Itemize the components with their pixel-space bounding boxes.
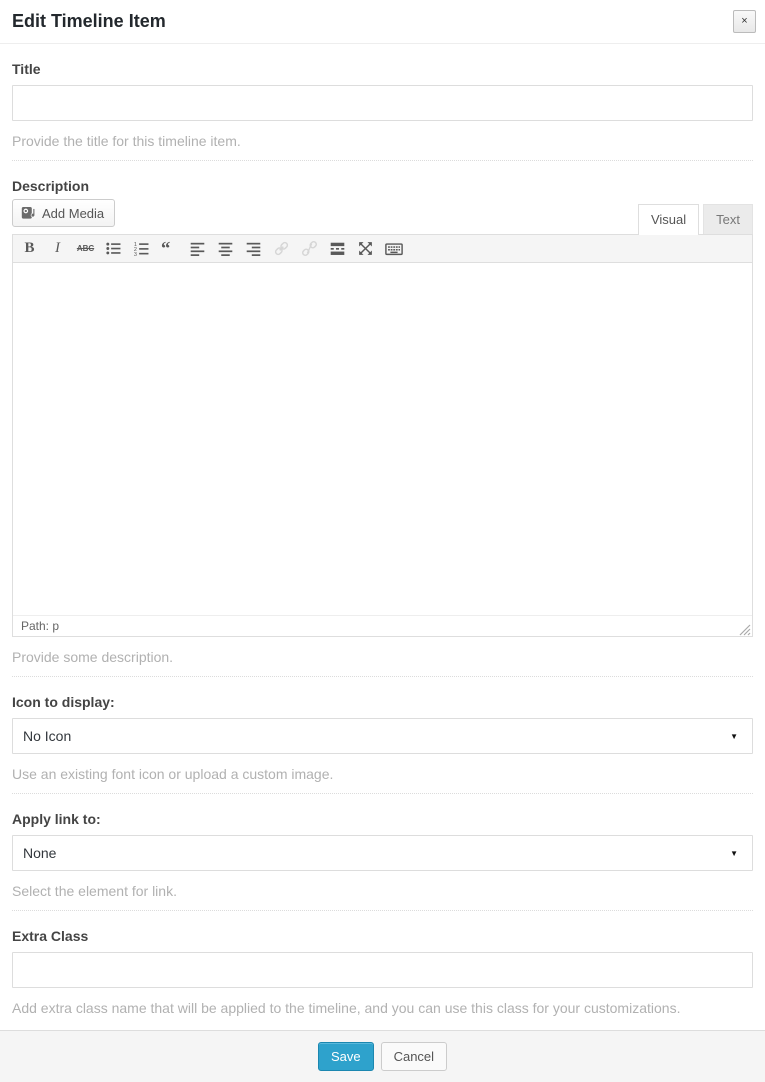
numbered-list-icon[interactable]: 123	[128, 237, 155, 260]
more-tag-icon[interactable]	[324, 237, 351, 260]
icon-select-value: No Icon	[23, 728, 71, 744]
chevron-down-icon: ▼	[730, 719, 738, 755]
bullet-list-icon[interactable]	[100, 237, 127, 260]
icon-help: Use an existing font icon or upload a cu…	[12, 766, 753, 782]
editor-tabs: Visual Text	[634, 204, 753, 234]
title-input[interactable]	[12, 85, 753, 121]
align-right-icon[interactable]	[240, 237, 267, 260]
extra-class-section: Extra Class Add extra class name that wi…	[12, 911, 753, 1030]
fullscreen-icon[interactable]	[352, 237, 379, 260]
link-label: Apply link to:	[12, 811, 753, 827]
link-help: Select the element for link.	[12, 883, 753, 899]
add-media-button[interactable]: Add Media	[12, 199, 115, 227]
link-section: Apply link to: None ▼ Select the element…	[12, 794, 753, 911]
description-section: Description Add Media Visual Text BIABC 1…	[12, 161, 753, 677]
edit-timeline-item-modal: Edit Timeline Item × Title Provide the t…	[0, 0, 765, 1075]
title-section: Title Provide the title for this timelin…	[12, 44, 753, 161]
icon-label: Icon to display:	[12, 694, 753, 710]
align-center-icon[interactable]	[212, 237, 239, 260]
bold-icon[interactable]: B	[16, 237, 43, 260]
align-left-icon[interactable]	[184, 237, 211, 260]
unlink-icon[interactable]	[296, 237, 323, 260]
svg-text:“: “	[161, 240, 170, 257]
editor-toolbar: BIABC 123 “	[13, 235, 752, 263]
tab-visual[interactable]: Visual	[638, 204, 699, 235]
strikethrough-icon[interactable]: ABC	[72, 237, 99, 260]
link-select[interactable]: None ▼	[12, 835, 753, 871]
icon-section: Icon to display: No Icon ▼ Use an existi…	[12, 677, 753, 794]
extra-class-label: Extra Class	[12, 928, 753, 944]
editor-content-area[interactable]	[13, 263, 752, 615]
editor-path: Path: p	[21, 619, 59, 633]
link-icon[interactable]	[268, 237, 295, 260]
close-icon[interactable]: ×	[733, 10, 756, 33]
editor-media-bar: Add Media Visual Text	[12, 199, 753, 234]
title-help: Provide the title for this timeline item…	[12, 133, 753, 149]
modal-title: Edit Timeline Item	[12, 11, 166, 31]
svg-text:3: 3	[134, 252, 137, 257]
title-label: Title	[12, 61, 753, 77]
description-label: Description	[12, 178, 753, 194]
cancel-button[interactable]: Cancel	[381, 1042, 447, 1071]
editor: BIABC 123 “ Path: p	[12, 234, 753, 637]
chevron-down-icon: ▼	[730, 836, 738, 872]
link-select-value: None	[23, 845, 56, 861]
modal-body: Title Provide the title for this timelin…	[0, 44, 765, 1030]
extra-class-input[interactable]	[12, 952, 753, 988]
editor-statusbar: Path: p	[13, 615, 752, 636]
save-button[interactable]: Save	[318, 1042, 374, 1071]
resize-handle-icon[interactable]	[738, 622, 751, 635]
toolbar-toggle-icon[interactable]	[380, 237, 407, 260]
italic-icon[interactable]: I	[44, 237, 71, 260]
description-help: Provide some description.	[12, 649, 753, 665]
modal-header: Edit Timeline Item ×	[0, 0, 765, 44]
blockquote-icon[interactable]: “	[156, 237, 183, 260]
add-media-icon	[21, 205, 37, 221]
add-media-label: Add Media	[42, 206, 104, 221]
modal-footer: Save Cancel	[0, 1030, 765, 1082]
icon-select[interactable]: No Icon ▼	[12, 718, 753, 754]
extra-class-help: Add extra class name that will be applie…	[12, 1000, 753, 1016]
tab-text[interactable]: Text	[703, 204, 753, 234]
